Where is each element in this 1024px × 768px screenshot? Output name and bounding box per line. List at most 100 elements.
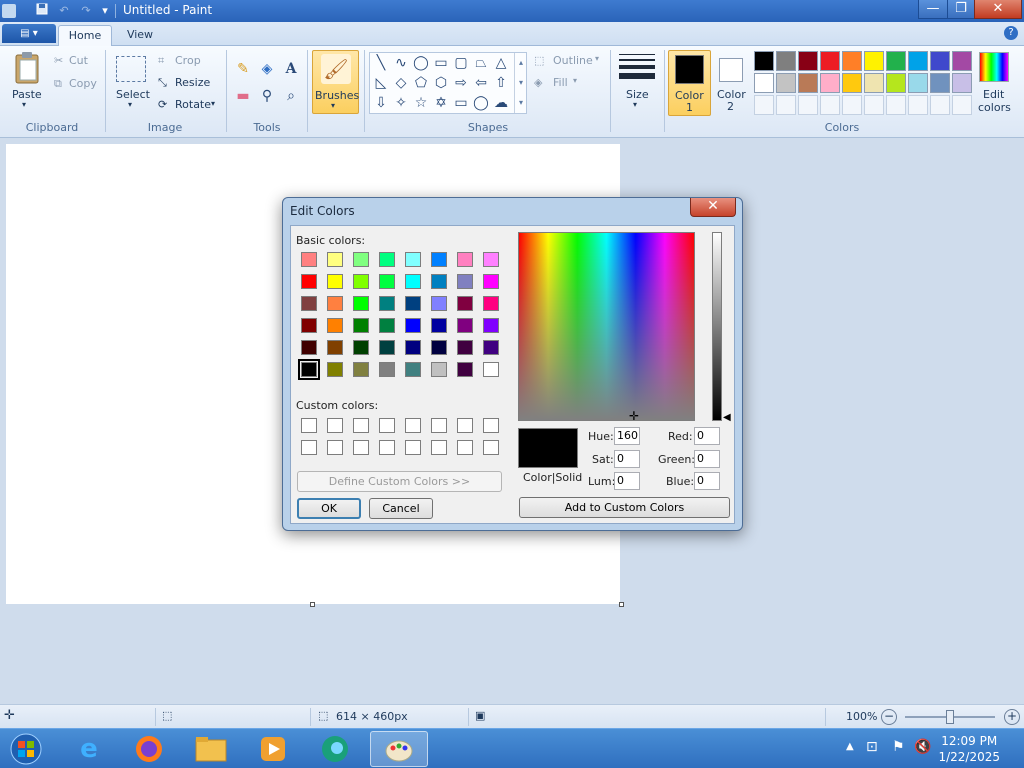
copy-button[interactable]: Copy: [69, 77, 97, 90]
crop-button[interactable]: Crop: [175, 54, 201, 67]
custom-color-swatch[interactable]: [327, 418, 343, 433]
basic-color-swatch[interactable]: [405, 318, 421, 333]
palette-color-swatch[interactable]: [776, 73, 796, 93]
palette-empty-swatch[interactable]: [886, 95, 906, 115]
file-explorer-icon[interactable]: [184, 731, 238, 767]
basic-color-swatch[interactable]: [457, 340, 473, 355]
canvas-resize-handle-corner[interactable]: [619, 602, 624, 607]
basic-color-swatch[interactable]: [353, 362, 369, 377]
tab-view[interactable]: View: [117, 25, 163, 46]
palette-empty-swatch[interactable]: [952, 95, 972, 115]
basic-color-swatch[interactable]: [431, 296, 447, 311]
text-tool-icon[interactable]: A: [282, 60, 300, 78]
basic-color-swatch[interactable]: [457, 252, 473, 267]
edit-colors-button[interactable]: Edit: [983, 88, 1004, 101]
six-point-star-shape-icon[interactable]: ✡: [432, 94, 450, 112]
basic-color-swatch[interactable]: [405, 274, 421, 289]
basic-color-swatch[interactable]: [353, 340, 369, 355]
custom-color-swatch[interactable]: [405, 440, 421, 455]
resize-button[interactable]: Resize: [175, 76, 210, 89]
color-picker-icon[interactable]: ⚲: [258, 87, 276, 105]
palette-color-swatch[interactable]: [798, 51, 818, 71]
basic-color-swatch[interactable]: [405, 296, 421, 311]
paste-button[interactable]: Paste: [12, 88, 42, 101]
fill-dropdown-icon[interactable]: ▾: [573, 76, 577, 85]
hue-field[interactable]: 160: [614, 427, 640, 445]
right-arrow-shape-icon[interactable]: ⇨: [452, 74, 470, 92]
clock[interactable]: 12:09 PM 1/22/2025: [938, 733, 1000, 765]
basic-color-swatch[interactable]: [431, 318, 447, 333]
luminosity-arrow-icon[interactable]: ◀: [723, 412, 731, 423]
palette-empty-swatch[interactable]: [908, 95, 928, 115]
palette-color-swatch[interactable]: [886, 51, 906, 71]
color-spectrum[interactable]: ✛: [518, 232, 695, 423]
redo-icon[interactable]: ↷: [78, 3, 94, 18]
palette-color-swatch[interactable]: [864, 51, 884, 71]
basic-color-swatch[interactable]: [379, 340, 395, 355]
lum-field[interactable]: 0: [614, 472, 640, 490]
palette-color-swatch[interactable]: [798, 73, 818, 93]
basic-color-swatch[interactable]: [301, 318, 317, 333]
paste-icon[interactable]: [13, 51, 41, 88]
custom-color-swatch[interactable]: [405, 418, 421, 433]
left-arrow-shape-icon[interactable]: ⇦: [472, 74, 490, 92]
basic-color-swatch[interactable]: [327, 296, 343, 311]
custom-color-swatch[interactable]: [301, 418, 317, 433]
cut-button[interactable]: Cut: [69, 54, 88, 67]
palette-color-swatch[interactable]: [820, 51, 840, 71]
palette-empty-swatch[interactable]: [754, 95, 774, 115]
palette-empty-swatch[interactable]: [776, 95, 796, 115]
select-dropdown-icon[interactable]: ▾: [128, 100, 132, 109]
custom-color-swatch[interactable]: [431, 440, 447, 455]
five-point-star-shape-icon[interactable]: ☆: [412, 94, 430, 112]
red-field[interactable]: 0: [694, 427, 720, 445]
custom-color-swatch[interactable]: [457, 418, 473, 433]
basic-color-swatch[interactable]: [327, 362, 343, 377]
zoom-slider-thumb[interactable]: [946, 710, 954, 724]
cloud-callout-shape-icon[interactable]: ☁: [492, 94, 510, 112]
shapes-gallery[interactable]: ╲ ∿ ◯ ▭ ▢ ⏢ △ ◺ ◇ ⬠ ⬡ ⇨ ⇦ ⇧ ⇩ ✧ ☆ ✡ ▭ ◯ …: [369, 52, 527, 114]
basic-color-swatch[interactable]: [353, 318, 369, 333]
basic-color-swatch[interactable]: [457, 296, 473, 311]
ok-button[interactable]: OK: [297, 498, 361, 519]
custom-color-swatch[interactable]: [457, 440, 473, 455]
fill-bucket-icon[interactable]: ◈: [258, 60, 276, 78]
basic-color-swatch[interactable]: [379, 362, 395, 377]
shapes-scroll[interactable]: ▴ ▾ ▾: [514, 53, 527, 113]
basic-color-swatch[interactable]: [457, 318, 473, 333]
basic-color-swatch[interactable]: [431, 274, 447, 289]
basic-color-swatch[interactable]: [483, 296, 499, 311]
pentagon-shape-icon[interactable]: ⬠: [412, 74, 430, 92]
palette-color-swatch[interactable]: [908, 73, 928, 93]
basic-color-swatch[interactable]: [327, 318, 343, 333]
firefox-icon[interactable]: [122, 731, 176, 767]
diamond-shape-icon[interactable]: ◇: [392, 74, 410, 92]
customize-quick-access-icon[interactable]: ▾: [97, 3, 113, 18]
minimize-button[interactable]: —: [918, 0, 948, 19]
basic-color-swatch[interactable]: [301, 340, 317, 355]
palette-empty-swatch[interactable]: [842, 95, 862, 115]
basic-color-swatch[interactable]: [379, 296, 395, 311]
size-dropdown-icon[interactable]: ▾: [633, 100, 637, 109]
custom-color-swatch[interactable]: [301, 440, 317, 455]
basic-color-swatch[interactable]: [457, 274, 473, 289]
palette-empty-swatch[interactable]: [820, 95, 840, 115]
network-icon[interactable]: ⊡: [866, 739, 878, 755]
line-shape-icon[interactable]: ╲: [372, 54, 390, 72]
palette-empty-swatch[interactable]: [930, 95, 950, 115]
basic-color-swatch[interactable]: [405, 362, 421, 377]
basic-color-swatch[interactable]: [431, 340, 447, 355]
down-arrow-shape-icon[interactable]: ⇩: [372, 94, 390, 112]
basic-color-swatch[interactable]: [301, 252, 317, 267]
basic-color-swatch[interactable]: [483, 252, 499, 267]
brushes-button[interactable]: 🖌 Brushes ▾: [312, 50, 359, 114]
basic-color-swatch[interactable]: [483, 318, 499, 333]
rectangle-shape-icon[interactable]: ▭: [432, 54, 450, 72]
tab-home[interactable]: Home: [58, 25, 112, 46]
rotate-dropdown-icon[interactable]: ▾: [211, 99, 215, 108]
cancel-button[interactable]: Cancel: [369, 498, 433, 519]
outline-button[interactable]: Outline: [553, 54, 593, 67]
volume-muted-icon[interactable]: 🔇: [914, 739, 931, 755]
paste-dropdown-icon[interactable]: ▾: [22, 100, 26, 109]
basic-color-swatch[interactable]: [483, 362, 499, 377]
